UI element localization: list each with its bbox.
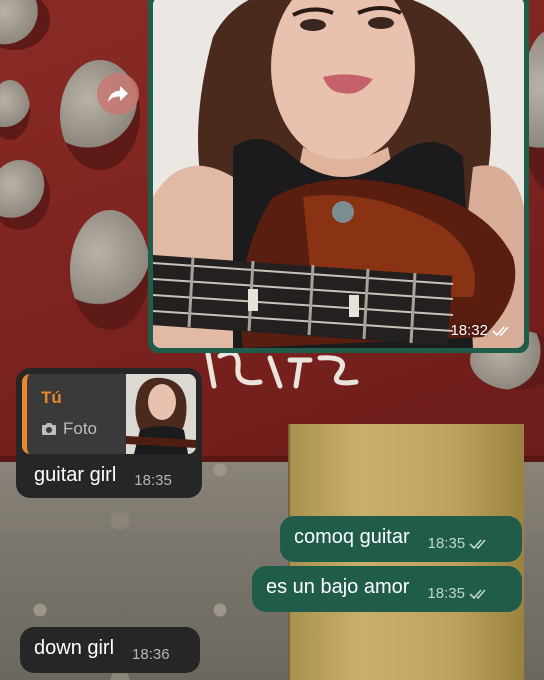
message-text: comoq guitar [294, 526, 410, 548]
message-time: 18:32 [450, 322, 488, 339]
image-message-meta: 18:32 [450, 322, 512, 339]
message-photo[interactable]: 18:32 [153, 0, 524, 348]
forward-arrow-icon [108, 86, 128, 102]
incoming-message[interactable]: down girl 18:36 [20, 627, 200, 673]
message-status [469, 538, 489, 550]
forward-button[interactable] [97, 73, 139, 115]
message-time: 18:35 [427, 585, 465, 602]
message-text: guitar girl [34, 464, 117, 486]
double-check-icon [469, 539, 486, 550]
message-time: 18:35 [134, 472, 172, 489]
message-time: 18:35 [427, 535, 466, 552]
quote-type-label: Foto [63, 419, 98, 438]
outgoing-message[interactable]: comoq guitar 18:35 [280, 516, 522, 562]
message-text: es un bajo amor [266, 576, 410, 598]
quote-type: Foto [41, 419, 97, 439]
quote-author: Tú [41, 388, 62, 407]
image-message[interactable]: 18:32 [148, 0, 529, 353]
thumbnail-photo [126, 374, 196, 454]
reply-body: guitar girl 18:35 [34, 464, 172, 489]
photo-girl-with-bass [153, 0, 524, 348]
message-status [469, 588, 489, 600]
quote-thumbnail [126, 374, 196, 454]
double-check-icon [469, 589, 486, 600]
quoted-message[interactable]: Tú Foto [22, 374, 196, 454]
camera-icon [42, 423, 56, 435]
double-check-icon [492, 325, 509, 336]
outgoing-message[interactable]: es un bajo amor 18:35 [252, 566, 522, 612]
message-text: down girl [34, 637, 115, 659]
reply-message[interactable]: Tú Foto guitar girl 18:35 [16, 368, 202, 498]
message-time: 18:36 [132, 646, 170, 663]
